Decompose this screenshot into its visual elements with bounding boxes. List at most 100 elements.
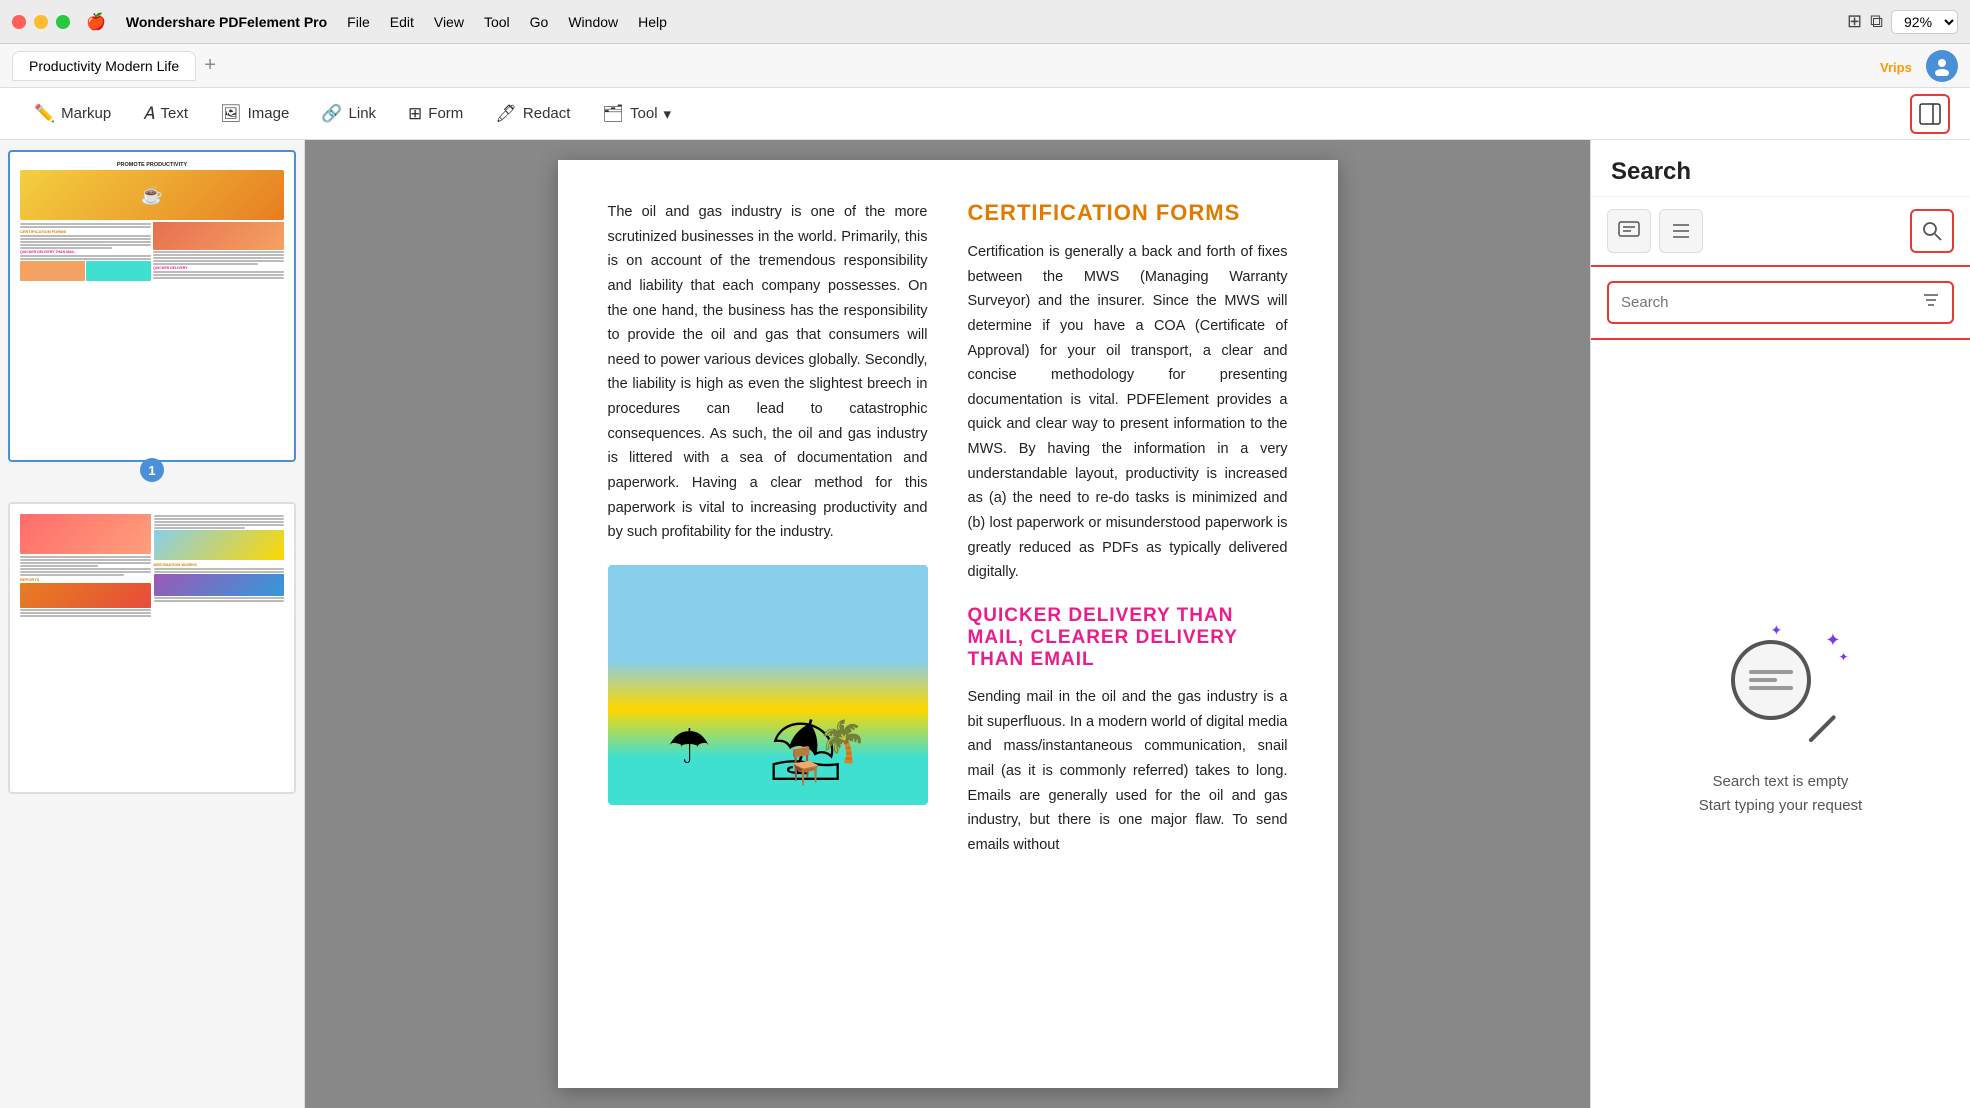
doc-line-2 xyxy=(1749,678,1777,682)
panel-header: Search xyxy=(1591,140,1970,197)
redact-label: Redact xyxy=(523,105,571,122)
thumbnail-sidebar: PROMOTE PRODUCTIVITY ☕ CERTIFICATION FOR… xyxy=(0,140,305,1108)
grid-view-button[interactable]: ⊞ xyxy=(1847,11,1862,32)
search-tab-button[interactable] xyxy=(1910,209,1954,253)
menu-view[interactable]: View xyxy=(434,14,464,30)
menu-edit[interactable]: Edit xyxy=(390,14,414,30)
search-input[interactable] xyxy=(1609,286,1910,319)
sparkle-icon-3: ✦ xyxy=(1771,622,1783,639)
user-avatar[interactable] xyxy=(1926,50,1958,82)
search-tab-icon xyxy=(1920,219,1944,243)
panel-title: Search xyxy=(1611,158,1691,185)
text-icon: 𝐴 xyxy=(143,104,154,124)
panel-layout-icon xyxy=(1919,103,1941,125)
search-box xyxy=(1607,281,1954,324)
new-tab-button[interactable]: + xyxy=(204,54,216,77)
comment-icon xyxy=(1617,219,1641,243)
menu-file[interactable]: File xyxy=(347,14,370,30)
app-name: Wondershare PDFelement Pro xyxy=(126,14,327,30)
tool-button[interactable]: 🗂 Tool ▾ xyxy=(588,96,685,132)
two-column-layout: The oil and gas industry is one of the m… xyxy=(608,200,1288,877)
text-label: Text xyxy=(161,105,189,122)
list-icon xyxy=(1669,219,1693,243)
menu-tool[interactable]: Tool xyxy=(484,14,510,30)
thumb-content-2: REPORTS DESTINATION WORKS xyxy=(14,508,290,788)
doc-line-3 xyxy=(1749,686,1793,690)
redact-icon: 🖊 xyxy=(495,104,517,124)
right-panel: Search xyxy=(1590,140,1970,1108)
panel-view-button[interactable]: ⧉ xyxy=(1870,11,1883,32)
toolbar: ✏️ Markup 𝐴 Text 🖼 Image 🔗 Link ⊞ Form 🖊… xyxy=(0,88,1970,140)
search-illustration: ✦ ✦ ✦ xyxy=(1721,630,1841,750)
main-layout: PROMOTE PRODUCTIVITY ☕ CERTIFICATION FOR… xyxy=(0,140,1970,1108)
menu-window[interactable]: Window xyxy=(568,14,618,30)
vrips-logo: Vrips xyxy=(1878,52,1918,80)
close-button[interactable] xyxy=(12,15,26,29)
redact-button[interactable]: 🖊 Redact xyxy=(481,96,584,132)
search-box-row xyxy=(1591,267,1970,340)
form-button[interactable]: ⊞ Form xyxy=(394,96,477,132)
search-handle xyxy=(1808,715,1836,743)
sparkle-icon-1: ✦ xyxy=(1825,630,1840,651)
panel-toggle-button[interactable] xyxy=(1910,94,1950,134)
app-menu: 🍎 Wondershare PDFelement Pro File Edit V… xyxy=(86,12,1831,32)
beach-image: ☂ ⛱ 🌴 🪑 xyxy=(608,565,928,805)
menu-go[interactable]: Go xyxy=(530,14,549,30)
apple-logo[interactable]: 🍎 xyxy=(86,12,106,32)
filter-icon xyxy=(1922,291,1940,309)
sparkle-icon-2: ✦ xyxy=(1838,650,1848,664)
doc-line-1 xyxy=(1749,670,1793,674)
doc-lines xyxy=(1741,662,1801,698)
markup-button[interactable]: ✏️ Markup xyxy=(20,96,125,132)
pdf-page: The oil and gas industry is one of the m… xyxy=(558,160,1338,1088)
tabbar: Productivity Modern Life + Vrips xyxy=(0,44,1970,88)
page-thumbnail-1[interactable]: PROMOTE PRODUCTIVITY ☕ CERTIFICATION FOR… xyxy=(8,150,296,462)
image-button[interactable]: 🖼 Image xyxy=(206,96,303,132)
form-icon: ⊞ xyxy=(408,104,422,124)
pdf-content-area: The oil and gas industry is one of the m… xyxy=(305,140,1590,1108)
markup-label: Markup xyxy=(61,105,111,122)
panel-empty-state: ✦ ✦ ✦ Search text is empty Start typing … xyxy=(1591,340,1970,1108)
menu-help[interactable]: Help xyxy=(638,14,667,30)
tool-label: Tool xyxy=(630,105,658,122)
quicker-paragraph: Sending mail in the oil and the gas indu… xyxy=(968,685,1288,857)
cert-paragraph: Certification is generally a back and fo… xyxy=(968,240,1288,585)
tool-dropdown-icon: ▾ xyxy=(664,105,672,123)
panel-tabs xyxy=(1591,197,1970,267)
text-button[interactable]: 𝐴 Text xyxy=(129,96,202,132)
document-tab[interactable]: Productivity Modern Life xyxy=(12,51,196,81)
empty-line-2: Start typing your request xyxy=(1699,797,1862,814)
list-tab-button[interactable] xyxy=(1659,209,1703,253)
umbrella-icon-1: ☂ xyxy=(668,719,711,775)
view-controls: ⊞ ⧉ 92% xyxy=(1847,10,1958,34)
comment-tab-button[interactable] xyxy=(1607,209,1651,253)
image-icon: 🖼 xyxy=(220,104,242,124)
quicker-heading: QUICKER DELIVERY THAN MAIL, CLEARER DELI… xyxy=(968,605,1288,671)
right-column: CERTIFICATION FORMS Certification is gen… xyxy=(968,200,1288,877)
zoom-select[interactable]: 92% xyxy=(1891,10,1958,34)
image-label: Image xyxy=(248,105,290,122)
tool-icon: 🗂 xyxy=(602,104,624,124)
link-icon: 🔗 xyxy=(321,104,342,124)
left-column: The oil and gas industry is one of the m… xyxy=(608,200,928,877)
markup-icon: ✏️ xyxy=(34,104,55,124)
toolbar-right xyxy=(1910,94,1950,134)
minimize-button[interactable] xyxy=(34,15,48,29)
link-label: Link xyxy=(349,105,377,122)
link-button[interactable]: 🔗 Link xyxy=(307,96,390,132)
empty-state-text: Search text is empty Start typing your r… xyxy=(1699,770,1862,818)
maximize-button[interactable] xyxy=(56,15,70,29)
form-label: Form xyxy=(428,105,463,122)
titlebar: 🍎 Wondershare PDFelement Pro File Edit V… xyxy=(0,0,1970,44)
chair-icon: 🪑 xyxy=(783,745,828,787)
page-thumbnail-2[interactable]: REPORTS DESTINATION WORKS xyxy=(8,502,296,794)
search-circle xyxy=(1731,640,1811,720)
svg-text:Vrips: Vrips xyxy=(1880,60,1912,75)
empty-line-1: Search text is empty xyxy=(1713,773,1849,790)
certification-heading: CERTIFICATION FORMS xyxy=(968,200,1288,226)
traffic-lights xyxy=(12,15,70,29)
tab-title: Productivity Modern Life xyxy=(29,58,179,74)
body-paragraph-1: The oil and gas industry is one of the m… xyxy=(608,200,928,545)
thumb-content-1: PROMOTE PRODUCTIVITY ☕ CERTIFICATION FOR… xyxy=(14,156,290,456)
search-filter-button[interactable] xyxy=(1910,283,1952,322)
